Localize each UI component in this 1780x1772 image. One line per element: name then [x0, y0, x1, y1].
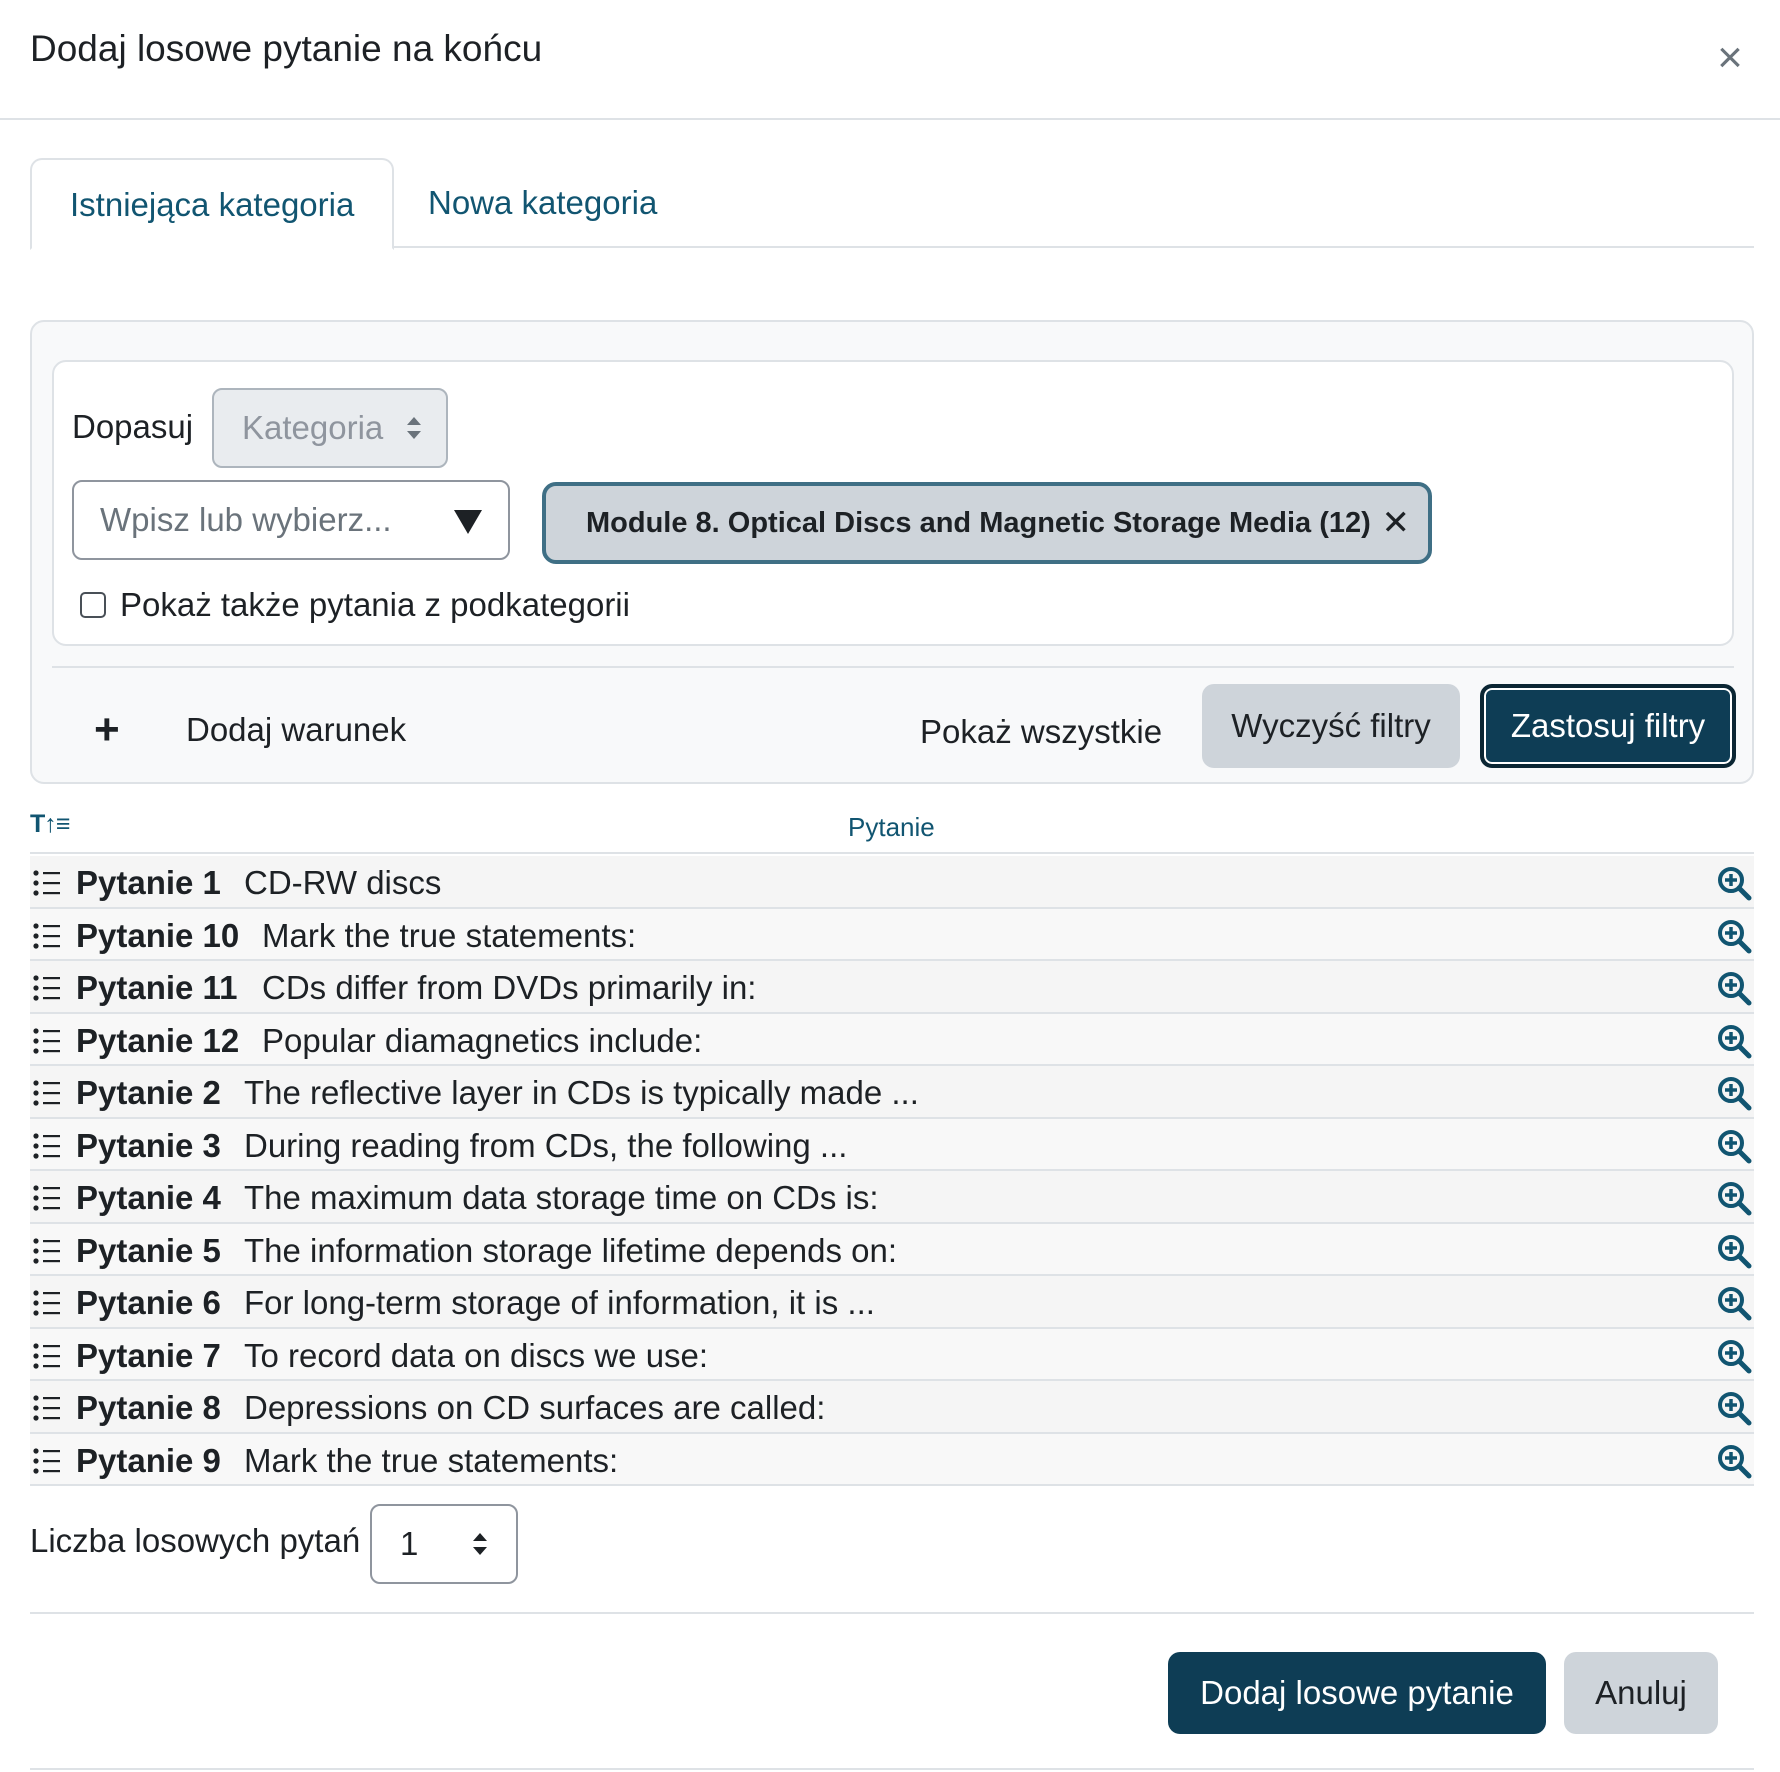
zoom-in-icon[interactable] — [1716, 1023, 1752, 1059]
bottom-divider — [30, 1768, 1754, 1770]
random-count-label: Liczba losowych pytań — [30, 1522, 361, 1559]
tab-bar: Istniejąca kategoria Nowa kategoria — [30, 158, 1754, 250]
question-name: Pytanie 10 — [76, 916, 240, 954]
question-text: Popular diamagnetics include: — [262, 1021, 703, 1059]
question-text: CDs differ from DVDs primarily in: — [262, 969, 757, 1006]
list-icon — [32, 868, 62, 898]
match-type-select[interactable]: Kategoria — [212, 388, 448, 468]
subcategories-checkbox-row[interactable]: Pokaż także pytania z podkategorii — [80, 586, 630, 624]
question-name: Pytanie 9 — [76, 1441, 221, 1479]
question-name: Pytanie 5 — [76, 1231, 221, 1269]
list-icon — [32, 1393, 62, 1423]
filter-condition-box: Dopasuj Kategoria Wpisz lub wybierz... M… — [52, 360, 1734, 646]
plus-icon[interactable]: + — [94, 708, 120, 752]
question-name: Pytanie 4 — [76, 1179, 221, 1216]
question-name: Pytanie 7 — [76, 1336, 221, 1374]
match-label: Dopasuj — [72, 408, 194, 445]
list-icon — [32, 1236, 62, 1266]
question-text: CD-RW discs — [244, 864, 442, 901]
question-name: Pytanie 1 — [76, 864, 221, 901]
modal-header: Dodaj losowe pytanie na końcu × — [0, 0, 1780, 120]
question-name: Pytanie 11 — [76, 969, 238, 1006]
zoom-in-icon[interactable] — [1716, 1128, 1752, 1164]
zoom-in-icon[interactable] — [1716, 918, 1752, 954]
question-text: The reflective layer in CDs is typically… — [244, 1074, 919, 1111]
selected-category-chip: Module 8. Optical Discs and Magnetic Sto… — [542, 482, 1432, 564]
question-name: Pytanie 8 — [76, 1389, 221, 1426]
category-search-placeholder: Wpisz lub wybierz... — [100, 501, 392, 538]
question-text: For long-term storage of information, it… — [244, 1284, 875, 1321]
list-icon — [32, 1183, 62, 1213]
list-icon — [32, 1131, 62, 1161]
list-icon — [32, 973, 62, 1003]
question-row[interactable]: Pytanie 10 Mark the true statements: — [30, 908, 1754, 961]
category-search-input[interactable]: Wpisz lub wybierz... — [72, 480, 510, 560]
list-icon — [32, 1446, 62, 1476]
question-text: The information storage lifetime depends… — [244, 1231, 898, 1269]
show-all-link[interactable]: Pokaż wszystkie — [920, 710, 1162, 754]
random-count-value: 1 — [400, 1525, 419, 1562]
question-row[interactable]: Pytanie 3 During reading from CDs, the fo… — [30, 1118, 1754, 1171]
list-icon — [32, 1026, 62, 1056]
list-icon — [32, 921, 62, 951]
question-text: Mark the true statements: — [244, 1441, 619, 1479]
dropdown-triangle-icon[interactable] — [454, 510, 482, 534]
question-row[interactable]: Pytanie 11 CDs differ from DVDs primarily… — [30, 961, 1754, 1014]
cancel-button[interactable]: Anuluj — [1564, 1652, 1718, 1734]
question-row[interactable]: Pytanie 9 Mark the true statements: — [30, 1433, 1754, 1486]
question-name: Pytanie 12 — [76, 1021, 240, 1059]
list-icon — [32, 1288, 62, 1318]
zoom-in-icon[interactable] — [1716, 1390, 1752, 1426]
question-row[interactable]: Pytanie 4 The maximum data storage time o… — [30, 1171, 1754, 1224]
zoom-in-icon[interactable] — [1716, 1443, 1752, 1479]
question-text: The maximum data storage time on CDs is: — [244, 1179, 879, 1216]
subcategories-checkbox[interactable] — [80, 592, 106, 618]
zoom-in-icon[interactable] — [1716, 1285, 1752, 1321]
question-row[interactable]: Pytanie 6 For long-term storage of inform… — [30, 1276, 1754, 1329]
select-arrows-icon — [407, 417, 421, 439]
close-icon[interactable]: × — [1710, 36, 1750, 80]
random-count-select[interactable]: 1 — [370, 1504, 518, 1584]
question-name: Pytanie 6 — [76, 1284, 221, 1321]
zoom-in-icon[interactable] — [1716, 1075, 1752, 1111]
subcategories-label: Pokaż także pytania z podkategorii — [120, 586, 630, 623]
zoom-in-icon[interactable] — [1716, 1233, 1752, 1269]
sort-icon[interactable]: T↑≡ — [30, 810, 70, 839]
selected-category-label: Module 8. Optical Discs and Magnetic Sto… — [586, 507, 1371, 539]
question-text: To record data on discs we use: — [244, 1336, 709, 1374]
list-icon — [32, 1078, 62, 1108]
question-row[interactable]: Pytanie 2 The reflective layer in CDs is … — [30, 1066, 1754, 1119]
zoom-in-icon[interactable] — [1716, 970, 1752, 1006]
add-condition-button[interactable]: Dodaj warunek — [186, 708, 406, 752]
column-header-question[interactable]: Pytanie — [848, 812, 935, 843]
select-arrows-icon — [473, 1533, 487, 1555]
clear-filters-button[interactable]: Wyczyść filtry — [1202, 684, 1460, 768]
question-table-header: T↑≡ Pytanie — [30, 800, 1754, 854]
match-type-value: Kategoria — [242, 409, 384, 446]
zoom-in-icon[interactable] — [1716, 1180, 1752, 1216]
filter-divider — [52, 666, 1734, 668]
question-row[interactable]: Pytanie 8 Depressions on CD surfaces are … — [30, 1381, 1754, 1434]
question-row[interactable]: Pytanie 12 Popular diamagnetics include: — [30, 1013, 1754, 1066]
filter-panel: Dopasuj Kategoria Wpisz lub wybierz... M… — [30, 320, 1754, 784]
zoom-in-icon[interactable] — [1716, 1338, 1752, 1374]
question-text: Depressions on CD surfaces are called: — [244, 1389, 826, 1426]
question-row[interactable]: Pytanie 1 CD-RW discs — [30, 856, 1754, 909]
tab-existing-category[interactable]: Istniejąca kategoria — [30, 158, 395, 250]
zoom-in-icon[interactable] — [1716, 865, 1752, 901]
question-name: Pytanie 2 — [76, 1074, 221, 1111]
question-list: Pytanie 1 CD-RW discs Pytanie 10 Mark the t… — [30, 856, 1754, 1486]
list-icon — [32, 1341, 62, 1371]
question-text: During reading from CDs, the following .… — [244, 1126, 848, 1164]
remove-chip-icon[interactable]: ✕ — [1382, 486, 1411, 560]
question-row[interactable]: Pytanie 5 The information storage lifetim… — [30, 1223, 1754, 1276]
add-random-question-button[interactable]: Dodaj losowe pytanie — [1168, 1652, 1546, 1734]
modal-title: Dodaj losowe pytanie na końcu — [30, 28, 543, 69]
tab-new-category[interactable]: Nowa kategoria — [390, 158, 695, 248]
footer-divider — [30, 1612, 1754, 1614]
apply-filters-button[interactable]: Zastosuj filtry — [1480, 684, 1736, 768]
question-name: Pytanie 3 — [76, 1126, 221, 1164]
question-row[interactable]: Pytanie 7 To record data on discs we use: — [30, 1328, 1754, 1381]
question-text: Mark the true statements: — [262, 916, 637, 954]
